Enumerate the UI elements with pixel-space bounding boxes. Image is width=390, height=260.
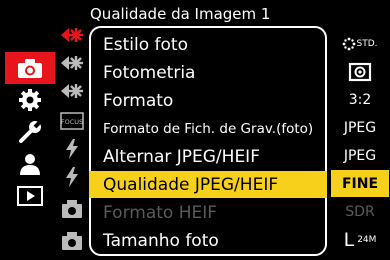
menu-item-label: Qualidade JPEG/HEIF: [103, 174, 279, 195]
shutter-arrow-icon[interactable]: [56, 78, 88, 104]
menu-item-label: Alternar JPEG/HEIF: [103, 146, 260, 167]
menu-item-label: Formato HEIF: [103, 202, 218, 223]
page-title: Qualidade da Imagem 1: [90, 5, 271, 23]
menu-item-tamanho-foto[interactable]: Tamanho foto: [91, 227, 329, 254]
photo-size-letter: L: [343, 228, 355, 251]
sub-nav: FOCUS: [56, 0, 88, 260]
focus-icon[interactable]: FOCUS: [56, 108, 88, 134]
photo-style-value: STD.: [331, 30, 389, 57]
person-icon[interactable]: [5, 148, 55, 180]
quality-value: FINE: [331, 170, 389, 197]
playback-icon[interactable]: [5, 180, 55, 212]
menu-item-formato-ficheiro[interactable]: Formato de Fich. de Grav.(foto): [91, 115, 329, 142]
focus-icon-label: FOCUS: [61, 118, 83, 126]
flash-icon[interactable]: [56, 164, 88, 190]
heif-format-value: SDR: [345, 203, 375, 220]
shutter-arrow-icon[interactable]: [56, 50, 88, 76]
values-column: STD. 3:2 JPEG JPEG FINE SDR L 24M: [331, 26, 389, 256]
main-nav: [5, 0, 55, 260]
menu-item-label: Tamanho foto: [103, 230, 219, 251]
menu-item-label: Fotometria: [103, 62, 196, 83]
menu-item-alternar-jpeg-heif[interactable]: Alternar JPEG/HEIF: [91, 143, 329, 170]
menu-item-label: Formato: [103, 90, 174, 111]
menu-item-formato-heif[interactable]: Formato HEIF: [91, 199, 329, 226]
camera-icon[interactable]: [56, 228, 88, 254]
aspect-ratio-value: 3:2: [348, 91, 372, 108]
gear-icon[interactable]: [5, 84, 55, 116]
photo-style-icon: [343, 37, 356, 50]
red-shutter-arrow-icon[interactable]: [56, 22, 88, 48]
flash-icon[interactable]: [56, 136, 88, 162]
wrench-icon[interactable]: [5, 116, 55, 148]
menu-item-qualidade-jpeg-heif[interactable]: Qualidade JPEG/HEIF: [89, 171, 327, 198]
menu-item-label: Estilo foto: [103, 34, 188, 55]
menu-item-estilo-foto[interactable]: Estilo foto: [91, 31, 329, 58]
photo-size-megapixels: 24M: [357, 234, 377, 245]
photo-style-std: STD.: [356, 38, 378, 49]
menu-item-fotometria[interactable]: Fotometria: [91, 59, 329, 86]
jpeg-heif-switch-value: JPEG: [343, 147, 377, 164]
menu-item-formato[interactable]: Formato: [91, 87, 329, 114]
metering-value: [331, 58, 389, 85]
file-format-value: JPEG: [343, 119, 377, 136]
menu-item-label: Formato de Fich. de Grav.(foto): [103, 120, 314, 137]
photo-size-value: L 24M: [331, 226, 389, 253]
camera-icon[interactable]: [56, 196, 88, 222]
metering-multi-icon: [348, 62, 372, 81]
camera-icon[interactable]: [5, 52, 55, 84]
menu-list: Estilo foto Fotometria Formato Formato d…: [89, 26, 327, 256]
